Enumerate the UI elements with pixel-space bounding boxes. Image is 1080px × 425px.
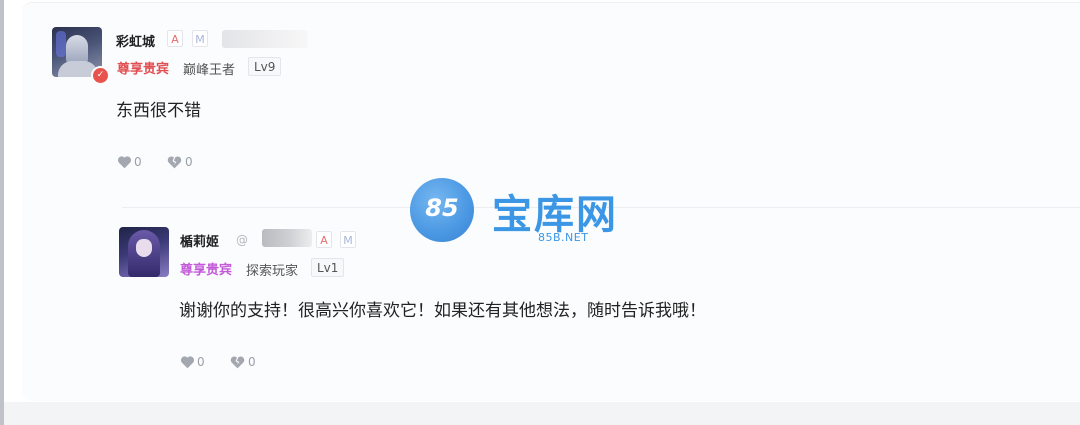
verified-badge-icon: ✓ (91, 66, 110, 85)
reply-avatar[interactable] (119, 227, 169, 277)
dislike-button[interactable]: 0 (166, 155, 193, 169)
reply-username[interactable]: 楯莉姬 (180, 231, 219, 250)
redacted-user-id (222, 30, 308, 48)
badge-a: A (167, 30, 183, 47)
comment-text: 东西很不错 (116, 101, 201, 121)
watermark-subtitle: 85B.NET (538, 231, 589, 244)
reply-dislike-button[interactable]: 0 (229, 355, 256, 369)
broken-heart-icon (230, 356, 245, 369)
reply-level-tag: Lv1 (311, 258, 345, 277)
reply-like-button[interactable]: 0 (180, 355, 205, 369)
like-button[interactable]: 0 (117, 155, 142, 169)
level-tag: Lv9 (248, 57, 282, 76)
at-sign: @ (236, 233, 248, 247)
card-bottom-shade (4, 402, 1080, 425)
vip-tag: 尊享贵宾 (117, 62, 170, 77)
watermark-circle-text: 85 (425, 194, 459, 222)
reply-badge-m: M (340, 231, 356, 248)
heart-icon (180, 356, 195, 369)
comment-username[interactable]: 彩虹城 (116, 31, 155, 50)
badge-m: M (192, 30, 208, 47)
like-count: 0 (134, 155, 142, 169)
dislike-count: 0 (185, 155, 193, 169)
reply-like-count: 0 (197, 355, 205, 369)
broken-heart-icon (167, 156, 182, 169)
window-edge (0, 0, 4, 425)
user-title: 巅峰王者 (183, 63, 236, 78)
heart-icon (117, 156, 132, 169)
reply-dislike-count: 0 (248, 355, 256, 369)
reply-vip-tag: 尊享贵宾 (180, 263, 233, 278)
reply-badge-a: A (316, 231, 332, 248)
redacted-reply-user-id (262, 229, 312, 247)
watermark-logo: 85 宝库网 85B.NET (410, 178, 650, 248)
reply-text: 谢谢你的支持！很高兴你喜欢它！如果还有其他想法，随时告诉我哦！ (179, 301, 706, 321)
reply-user-title: 探索玩家 (246, 264, 299, 279)
